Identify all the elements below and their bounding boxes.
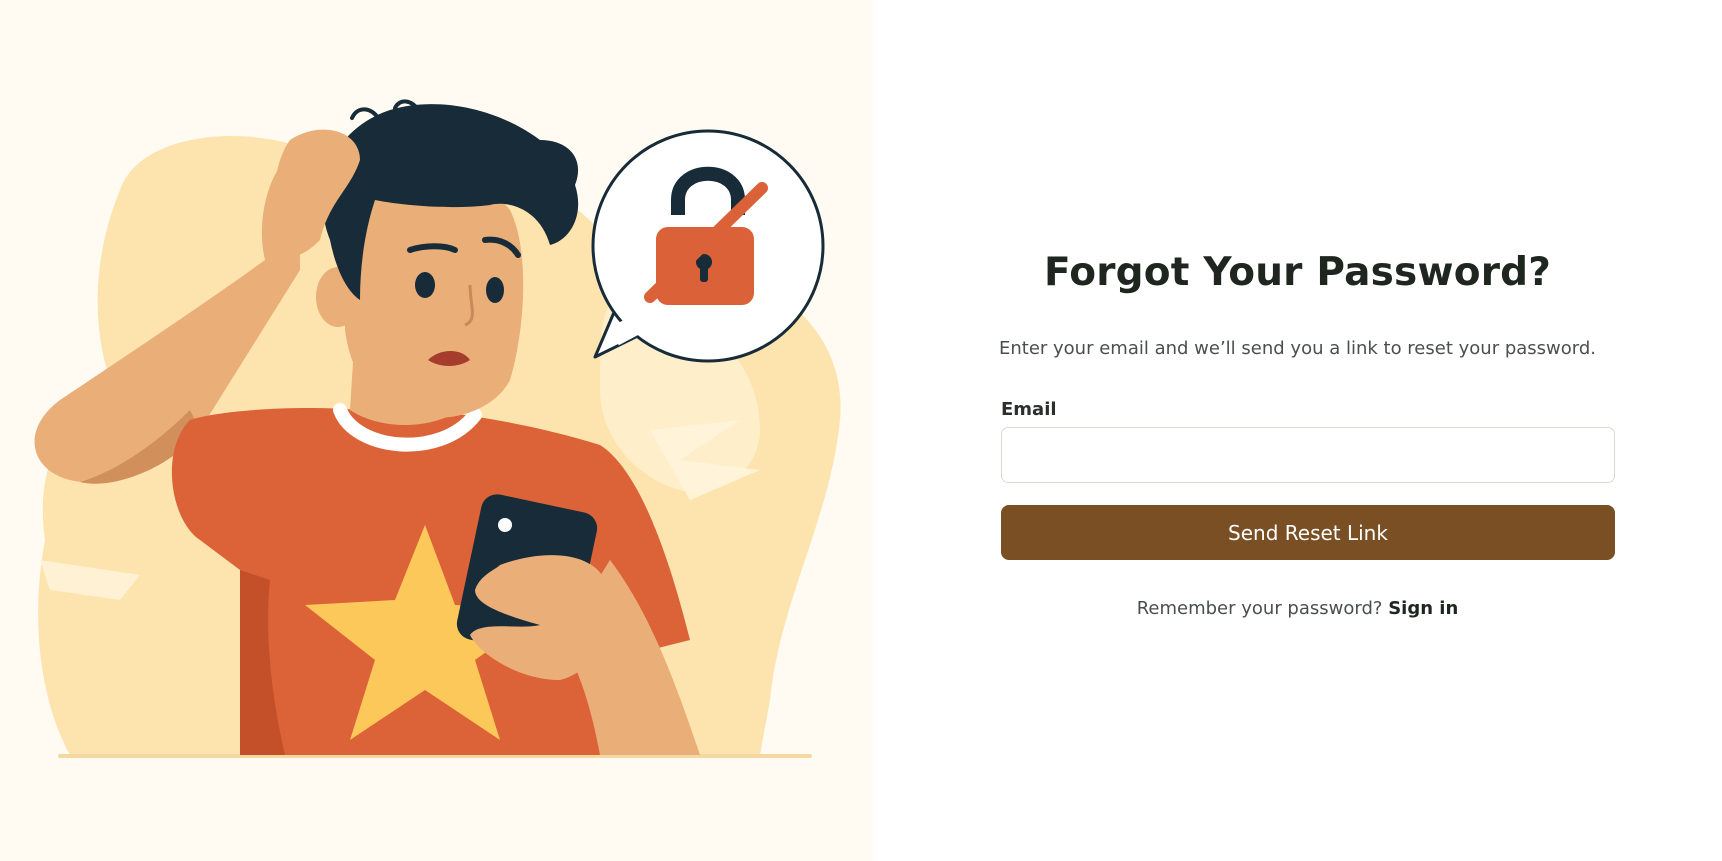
right-eye — [486, 277, 504, 303]
locked-out-person-illustration — [34, 99, 841, 758]
illustration-panel — [0, 0, 873, 861]
page-title: Forgot Your Password? — [1043, 250, 1552, 295]
lock-keyhole-slot — [700, 262, 708, 282]
send-reset-link-button[interactable]: Send Reset Link — [1001, 505, 1615, 560]
forgot-password-page: Forgot Your Password? Enter your email a… — [0, 0, 1722, 861]
page-subtitle: Enter your email and we’ll send you a li… — [998, 338, 1596, 359]
signin-prompt-text: Remember your password? — [1136, 598, 1383, 619]
email-input[interactable] — [1001, 427, 1615, 483]
phone-camera — [498, 518, 512, 532]
reset-form-panel: Forgot Your Password? Enter your email a… — [873, 0, 1722, 861]
email-label: Email — [1001, 399, 1057, 420]
signin-link[interactable]: Sign in — [1388, 598, 1458, 619]
left-eye — [415, 272, 435, 298]
signin-prompt: Remember your password? Sign in — [873, 598, 1722, 619]
